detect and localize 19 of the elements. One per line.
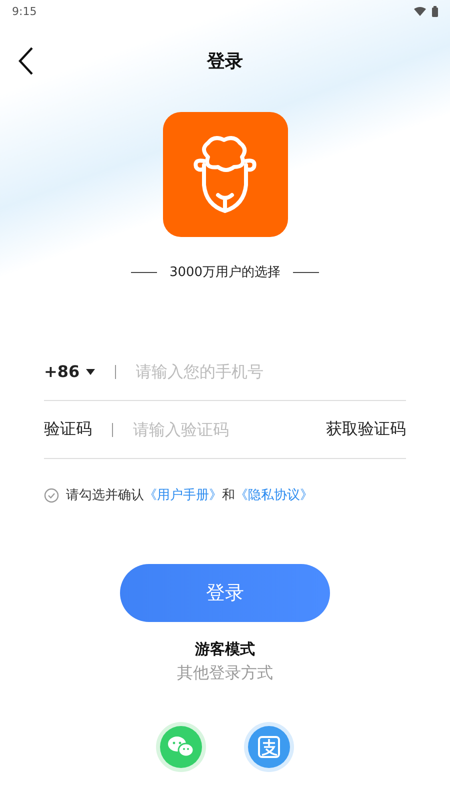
- status-time: 9:15: [12, 4, 37, 18]
- caret-icon: [86, 368, 95, 374]
- wifi-icon: [414, 6, 426, 16]
- code-label: 验证码: [44, 419, 92, 440]
- get-code-button[interactable]: 获取验证码: [326, 419, 406, 440]
- phone-input[interactable]: 请输入您的手机号: [136, 362, 406, 381]
- battery-icon: [432, 6, 438, 16]
- checkbox[interactable]: [44, 488, 59, 502]
- back-icon[interactable]: [18, 47, 34, 75]
- other-login-label: 其他登录方式: [177, 663, 273, 684]
- country-code-dropdown[interactable]: +86: [44, 362, 95, 381]
- code-input[interactable]: 请输入验证码: [133, 420, 326, 439]
- agreement-text: 请勾选并确认: [66, 487, 144, 504]
- chat-bubbles-icon[interactable]: [156, 722, 206, 772]
- payment-app-icon[interactable]: [244, 722, 294, 772]
- guest-mode-link[interactable]: 游客模式: [195, 640, 255, 659]
- page-title: 登录: [207, 50, 243, 73]
- agreement-text: 和: [222, 487, 235, 504]
- tagline: 3000万用户的选择: [169, 264, 281, 281]
